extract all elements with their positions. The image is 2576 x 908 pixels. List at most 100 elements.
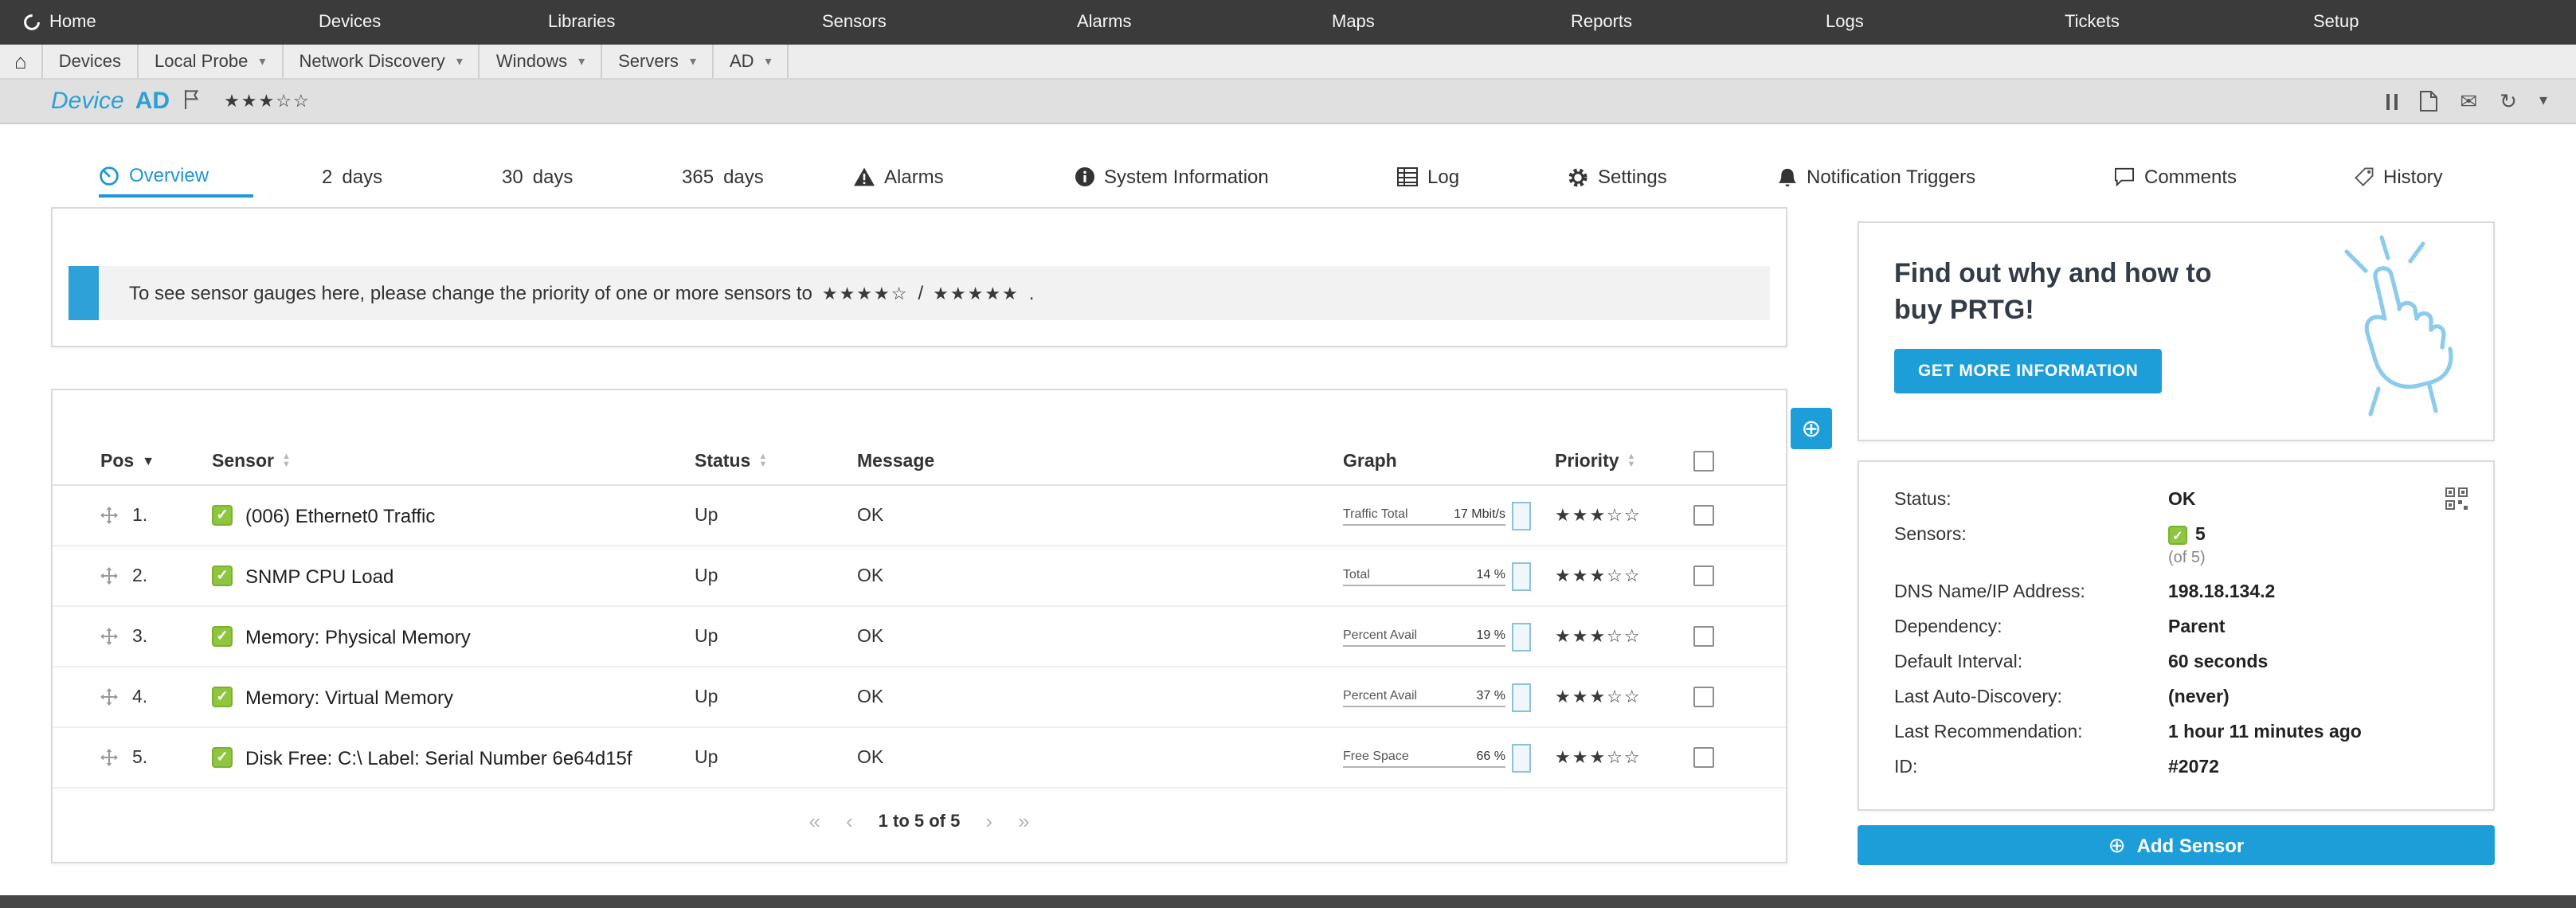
tab-settings[interactable]: Settings	[1568, 156, 1667, 198]
mini-graph[interactable]: Percent Avail37 %	[1343, 687, 1531, 706]
nav-item-sensors[interactable]: Sensors	[822, 0, 887, 45]
column-header-select	[1693, 451, 1786, 472]
priority-stars[interactable]: ★★★☆☆	[1555, 687, 1693, 707]
row-checkbox[interactable]	[1693, 747, 1714, 768]
tab-log[interactable]: Log	[1397, 156, 1459, 198]
export-report-icon[interactable]	[2420, 91, 2437, 112]
breadcrumb-home[interactable]: ⌂	[0, 45, 43, 78]
nav-item-alarms[interactable]: Alarms	[1077, 0, 1131, 45]
gauge-icon	[99, 165, 119, 186]
add-button[interactable]: ⊕	[1791, 408, 1832, 449]
tab-notification-triggers[interactable]: Notification Triggers	[1778, 156, 1975, 198]
breadcrumb-item-local-probe[interactable]: Local Probe▾	[139, 45, 283, 78]
column-header-graph[interactable]: Graph	[1343, 452, 1555, 471]
sensor-link[interactable]: ✓Disk Free: C:\ Label: Serial Number 6e6…	[212, 746, 695, 769]
breadcrumb-item-ad[interactable]: AD▾	[714, 45, 789, 78]
drag-handle-icon[interactable]	[100, 507, 118, 524]
column-header-status[interactable]: Status▲▼	[695, 452, 857, 471]
tab-history[interactable]: History	[2355, 156, 2443, 198]
sort-icon: ▲▼	[758, 453, 767, 469]
priority-stars[interactable]: ★★★☆☆	[1555, 566, 1693, 586]
column-header-sensor[interactable]: Sensor▲▼	[212, 452, 695, 471]
get-more-information-button[interactable]: GET MORE INFORMATION	[1894, 349, 2162, 393]
row-checkbox[interactable]	[1693, 687, 1714, 707]
gear-icon	[1568, 166, 1588, 187]
nav-item-maps[interactable]: Maps	[1332, 0, 1375, 45]
mini-graph[interactable]: Traffic Total17 Mbit/s	[1343, 506, 1531, 525]
breadcrumb-item-network-discovery[interactable]: Network Discovery▾	[283, 45, 480, 78]
drag-handle-icon[interactable]	[100, 688, 118, 706]
breadcrumb-item-windows[interactable]: Windows▾	[480, 45, 602, 78]
nav-item-libraries[interactable]: Libraries	[548, 0, 615, 45]
add-sensor-button[interactable]: ⊕ Add Sensor	[1858, 825, 2495, 865]
tab-alarms[interactable]: Alarms	[854, 156, 944, 198]
tab-system-information[interactable]: System Information	[1075, 156, 1269, 198]
sensor-status: Up	[695, 687, 857, 706]
row-checkbox[interactable]	[1693, 626, 1714, 647]
sensor-ok-icon: ✓	[2168, 526, 2187, 545]
drag-handle-icon[interactable]	[100, 628, 118, 645]
gauge-notice-panel: To see sensor gauges here, please change…	[51, 207, 1787, 347]
mini-graph[interactable]: Free Space66 %	[1343, 748, 1531, 767]
last-page-button[interactable]: »	[1018, 809, 1029, 833]
nav-item-tickets[interactable]: Tickets	[2065, 0, 2120, 45]
tab-overview[interactable]: Overview	[99, 156, 253, 198]
graph-thumbnail	[1512, 683, 1531, 711]
five-star-rating: ★★★★★	[933, 283, 1020, 303]
flag-icon[interactable]	[182, 88, 198, 114]
drag-handle-icon[interactable]	[100, 567, 118, 585]
sensor-link[interactable]: ✓(006) Ethernet0 Traffic	[212, 504, 695, 526]
column-header-pos[interactable]: Pos▼	[100, 452, 212, 471]
column-header-message[interactable]: Message	[857, 452, 1343, 471]
chevron-down-icon[interactable]: ▾	[690, 54, 696, 68]
pause-icon[interactable]	[2386, 93, 2398, 109]
titlebar-actions: ✉ ↻ ▾	[2386, 91, 2547, 112]
more-actions-caret-icon[interactable]: ▾	[2539, 93, 2547, 109]
sensor-message: OK	[857, 687, 1343, 706]
sensor-link[interactable]: ✓Memory: Virtual Memory	[212, 686, 695, 708]
priority-stars[interactable]: ★★★☆☆	[1555, 747, 1693, 768]
priority-stars[interactable]: ★★★☆☆	[1555, 626, 1693, 647]
tab-365-days[interactable]: 365days	[682, 156, 764, 198]
detail-row-dns: DNS Name/IP Address: 198.18.134.2	[1894, 583, 2458, 602]
nav-item-reports[interactable]: Reports	[1571, 0, 1632, 45]
row-checkbox[interactable]	[1693, 566, 1714, 586]
breadcrumb-item-devices[interactable]: Devices	[43, 45, 139, 78]
row-checkbox[interactable]	[1693, 505, 1714, 526]
status-value: OK	[2168, 491, 2196, 510]
drag-handle-icon[interactable]	[100, 749, 118, 766]
column-header-priority[interactable]: Priority▲▼	[1555, 452, 1693, 471]
first-page-button[interactable]: «	[809, 809, 820, 833]
breadcrumb-item-servers[interactable]: Servers▾	[602, 45, 714, 78]
sensors-count[interactable]: 5	[2195, 526, 2206, 545]
nav-item-setup[interactable]: Setup	[2313, 0, 2359, 45]
sensors-total: (of 5)	[2168, 550, 2458, 567]
tab-30-days[interactable]: 30days	[502, 156, 573, 198]
sensor-link[interactable]: ✓Memory: Physical Memory	[212, 625, 695, 648]
device-priority-stars[interactable]: ★★★☆☆	[224, 91, 311, 112]
select-all-checkbox[interactable]	[1693, 451, 1714, 472]
plus-circle-icon: ⊕	[2108, 832, 2126, 858]
chevron-down-icon[interactable]: ▾	[456, 54, 463, 68]
chevron-down-icon[interactable]: ▾	[578, 54, 585, 68]
sensor-link[interactable]: ✓SNMP CPU Load	[212, 565, 695, 587]
log-table-icon	[1397, 167, 1418, 186]
tab-comments[interactable]: Comments	[2114, 156, 2237, 198]
chevron-down-icon[interactable]: ▾	[259, 54, 265, 68]
priority-stars[interactable]: ★★★☆☆	[1555, 505, 1693, 526]
prev-page-button[interactable]: ‹	[846, 809, 853, 833]
sensor-message: OK	[857, 566, 1343, 585]
qr-code-icon[interactable]	[2445, 487, 2468, 510]
mini-graph[interactable]: Total14 %	[1343, 566, 1531, 585]
nav-item-logs[interactable]: Logs	[1826, 0, 1864, 45]
nav-item-home[interactable]: Home	[22, 0, 96, 45]
sensor-row: 3. ✓Memory: Physical Memory Up OK Percen…	[53, 607, 1786, 667]
chevron-down-icon[interactable]: ▾	[765, 54, 772, 68]
position-number: 4.	[132, 687, 147, 706]
next-page-button[interactable]: ›	[985, 809, 992, 833]
nav-item-devices[interactable]: Devices	[319, 0, 381, 45]
mini-graph[interactable]: Percent Avail19 %	[1343, 627, 1531, 646]
tab-2-days[interactable]: 2days	[322, 156, 382, 198]
email-icon[interactable]: ✉	[2460, 91, 2477, 112]
refresh-icon[interactable]: ↻	[2500, 91, 2517, 112]
